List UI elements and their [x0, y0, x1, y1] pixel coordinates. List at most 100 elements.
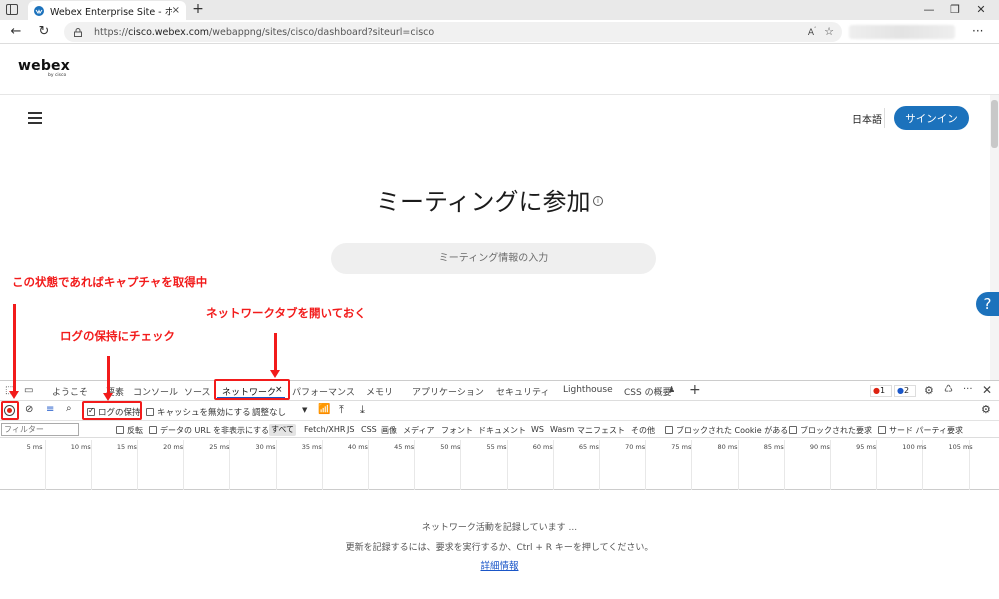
close-window-icon[interactable]: ✕: [970, 2, 992, 18]
recording-hint-text: 更新を記録するには、要求を実行するか、Ctrl + R キーを押してください。: [345, 543, 654, 553]
export-har-icon[interactable]: ⤓: [360, 403, 365, 417]
third-party-label: サード パーティ要求: [889, 426, 964, 435]
checkbox-icon: [789, 426, 797, 434]
blocked-cookies-checkbox[interactable]: ブロックされた Cookie がある: [665, 425, 788, 436]
disable-cache-checkbox[interactable]: キャッシュを無効にする: [146, 406, 251, 418]
network-settings-gear-icon[interactable]: ⚙: [981, 403, 991, 416]
info-icon[interactable]: i: [593, 196, 603, 206]
hide-data-urls-label: データの URL を非表示にする: [160, 426, 270, 435]
checkbox-icon: [878, 426, 886, 434]
filter-chip-css[interactable]: CSS: [361, 425, 377, 434]
issue-count: 2: [903, 386, 910, 395]
annotation-box-record: [1, 401, 19, 420]
filter-chip-ws[interactable]: WS: [531, 425, 544, 434]
timeline-gridline: [229, 440, 231, 490]
checkbox-icon: [146, 408, 154, 416]
hamburger-menu-icon[interactable]: [28, 112, 42, 124]
search-icon[interactable]: ⌕: [66, 403, 72, 414]
filter-chip-media[interactable]: メディア: [403, 425, 434, 436]
throttle-dropdown-icon[interactable]: ▼: [302, 406, 307, 414]
filter-chip-fetch-xhr[interactable]: Fetch/XHR: [304, 425, 345, 434]
browser-menu-icon[interactable]: ···: [972, 24, 983, 38]
feedback-icon[interactable]: ♺: [944, 384, 953, 395]
help-button[interactable]: ?: [976, 292, 999, 316]
timeline-tick-label: 20 ms: [163, 443, 184, 451]
browser-tab-active[interactable]: Webex Enterprise Site - ホーム ×: [28, 1, 186, 20]
device-emulation-icon[interactable]: ▭: [24, 385, 33, 396]
page-scrollbar-thumb[interactable]: [991, 100, 998, 148]
timeline-tick-label: 65 ms: [578, 443, 599, 451]
timeline-gridline: [598, 440, 600, 490]
more-tools-icon[interactable]: +: [689, 382, 701, 398]
favorite-star-icon[interactable]: ☆: [824, 25, 834, 38]
throttle-select[interactable]: 調整なし: [252, 406, 286, 418]
clear-icon[interactable]: ⊘: [25, 404, 33, 415]
devtools-tab-security[interactable]: セキュリティ: [496, 385, 549, 398]
devtools-tab-lighthouse[interactable]: Lighthouse: [563, 385, 613, 395]
meeting-info-input[interactable]: [331, 243, 656, 274]
settings-gear-icon[interactable]: ⚙: [924, 384, 934, 397]
devtools-tab-console[interactable]: コンソール: [133, 385, 178, 398]
import-har-icon[interactable]: ⤒: [339, 403, 344, 417]
maximize-icon[interactable]: ❐: [944, 2, 966, 18]
timeline-gridline: [367, 440, 369, 490]
reload-icon[interactable]: ↻: [36, 24, 52, 40]
timeline-gridline: [136, 440, 138, 490]
timeline-tick-label: 45 ms: [394, 443, 415, 451]
new-tab-button[interactable]: +: [190, 1, 206, 17]
annotation-box-preserve-log: [82, 401, 142, 420]
invert-checkbox[interactable]: 反転: [116, 425, 143, 436]
devtools-tab-performance[interactable]: パフォーマンス: [292, 385, 355, 398]
filter-chip-js[interactable]: JS: [347, 425, 354, 434]
language-selector[interactable]: 日本語: [852, 111, 882, 126]
filter-chip-font[interactable]: フォント: [441, 425, 473, 436]
signin-button[interactable]: サインイン: [894, 106, 969, 130]
filter-icon[interactable]: ≡: [46, 404, 54, 415]
blocked-requests-checkbox[interactable]: ブロックされた要求: [789, 425, 872, 436]
webex-logo[interactable]: webex: [18, 58, 70, 74]
timeline-tick-label: 55 ms: [486, 443, 507, 451]
webex-favicon-icon: [34, 5, 44, 16]
close-devtools-icon[interactable]: ✕: [982, 383, 992, 397]
filter-chip-images[interactable]: 画像: [381, 425, 397, 436]
filter-chip-other[interactable]: その他: [631, 425, 655, 436]
timeline-gridline: [44, 440, 46, 490]
hide-data-urls-checkbox[interactable]: データの URL を非表示にする: [149, 425, 269, 436]
devtools-tab-sources[interactable]: ソース: [184, 385, 211, 398]
timeline-tick-label: 70 ms: [625, 443, 646, 451]
url-field[interactable]: https://cisco.webex.com/webappng/sites/c…: [64, 22, 842, 42]
devtools-tab-application[interactable]: アプリケーション: [412, 385, 484, 398]
filter-chip-wasm[interactable]: Wasm: [550, 425, 574, 434]
annotation-arrow-record: [9, 304, 19, 399]
back-arrow-icon[interactable]: ←: [8, 24, 24, 40]
checkbox-icon: [149, 426, 157, 434]
devtools-tab-memory[interactable]: メモリ: [366, 385, 393, 398]
issue-counter[interactable]: ●2: [894, 385, 916, 397]
timeline-tick-label: 40 ms: [347, 443, 368, 451]
network-conditions-icon[interactable]: 📶: [318, 404, 330, 415]
tab-actions-icon[interactable]: [6, 4, 18, 15]
timeline-tick-label: 85 ms: [763, 443, 784, 451]
site-header: [0, 45, 999, 95]
read-aloud-icon[interactable]: Aʼ: [808, 26, 816, 38]
devtools-tab-welcome[interactable]: ようこそ: [52, 385, 88, 398]
lock-icon: [74, 27, 82, 37]
third-party-checkbox[interactable]: サード パーティ要求: [878, 425, 963, 436]
filter-chip-all[interactable]: すべて: [269, 424, 296, 436]
filter-chip-manifest[interactable]: マニフェスト: [577, 425, 625, 436]
timeline-gridline: [183, 440, 185, 490]
error-counter[interactable]: ●1: [870, 385, 892, 397]
timeline-tick-label: 25 ms: [209, 443, 230, 451]
devtools-tab-css-overview[interactable]: CSS の概要: [624, 385, 672, 398]
tab-close-icon[interactable]: ×: [172, 5, 180, 16]
customize-menu-icon[interactable]: ···: [963, 384, 973, 395]
learn-more-link[interactable]: 詳細情報: [0, 558, 999, 572]
page-title: ミーティングに参加: [376, 188, 591, 216]
blurred-extension-area: [849, 25, 955, 39]
header-divider: [884, 108, 885, 128]
filter-chip-document[interactable]: ドキュメント: [478, 425, 526, 436]
minimize-icon[interactable]: —: [918, 2, 940, 18]
timeline-tick-label: 5 ms: [26, 443, 43, 451]
filter-input[interactable]: [1, 423, 79, 436]
timeline-gridline: [460, 440, 462, 490]
